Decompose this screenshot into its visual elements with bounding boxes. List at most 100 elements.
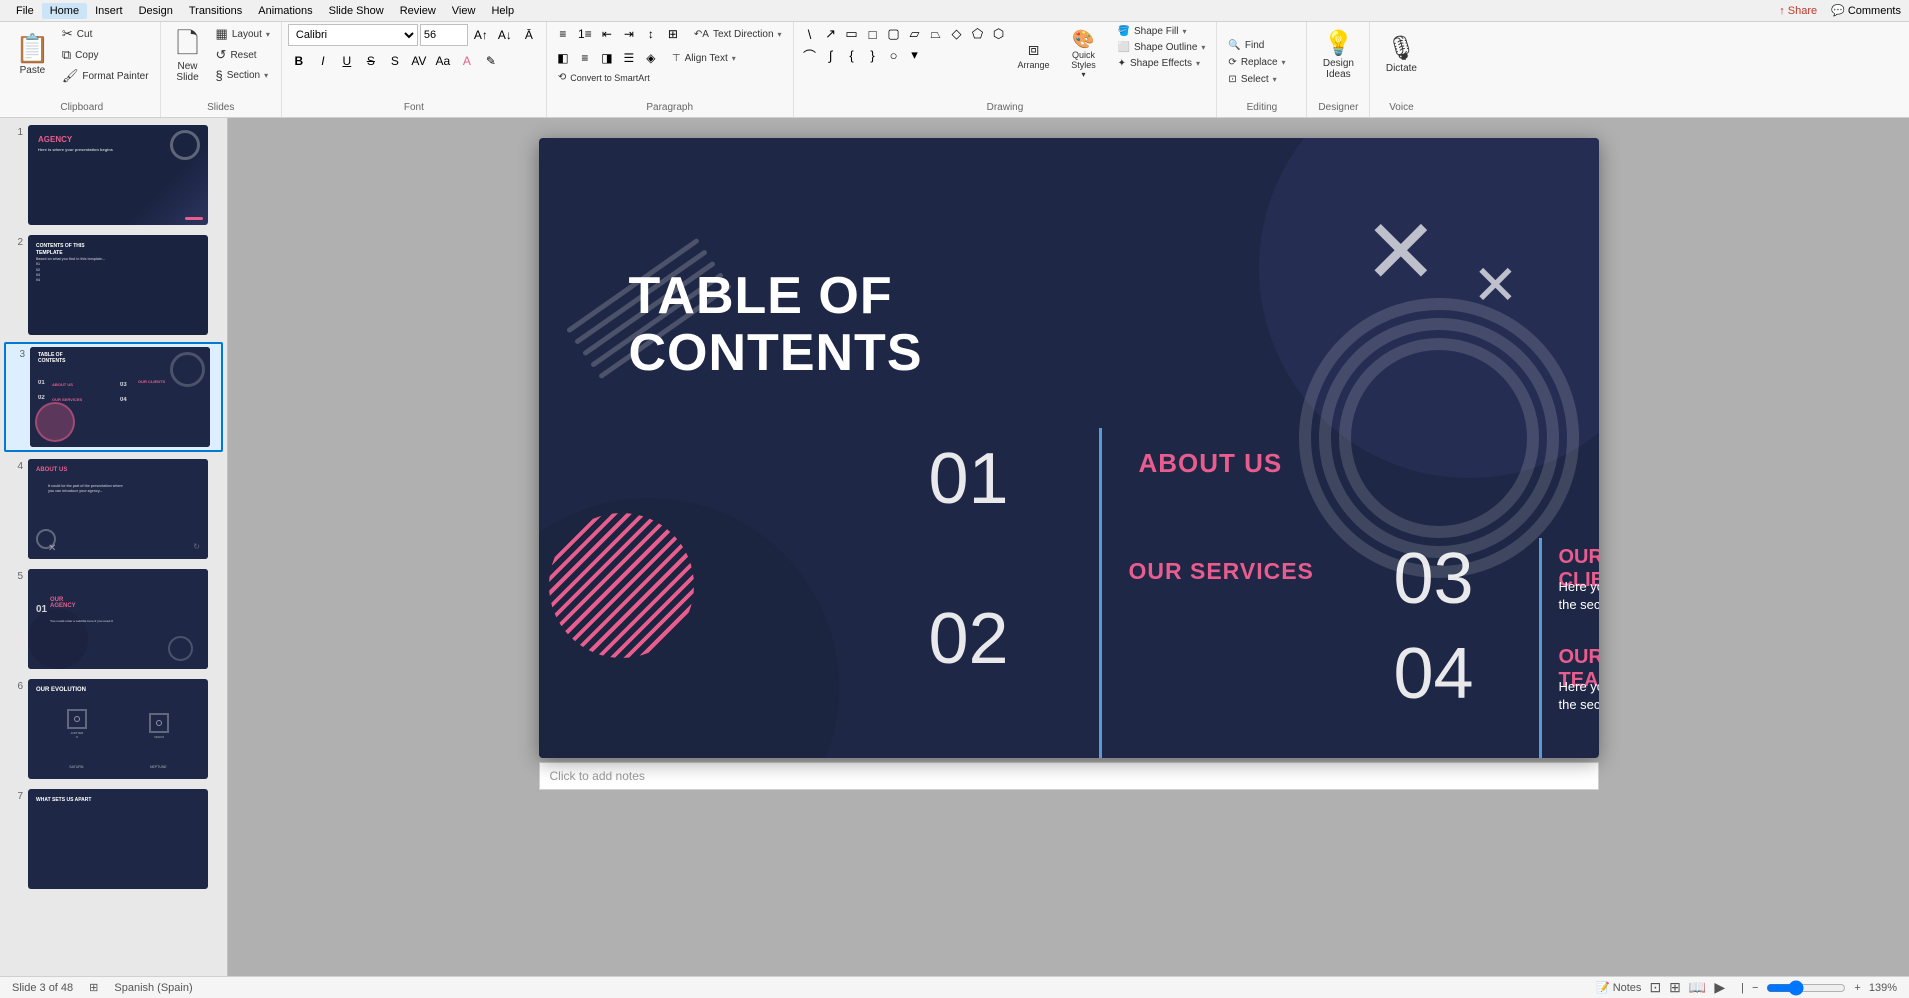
decrease-indent-button[interactable]: ⇤ (597, 24, 617, 44)
shape-outline-button[interactable]: ⬜ Shape Outline ▾ (1113, 40, 1211, 55)
slide-thumb-6[interactable]: 6 OUR EVOLUTION JUPITER ★ (4, 676, 223, 782)
arrange-button[interactable]: ⧈ Arrange (1013, 24, 1055, 84)
menu-design[interactable]: Design (131, 3, 181, 19)
slide-thumb-5[interactable]: 5 01 OURAGENCY You could enter a subtitl… (4, 566, 223, 672)
shape-parallelogram[interactable]: ▱ (905, 24, 925, 44)
reset-button[interactable]: ↺ Reset (211, 45, 275, 65)
shape-circle[interactable]: ○ (884, 45, 904, 65)
shape-brace2[interactable]: } (863, 45, 883, 65)
slide-thumb-2[interactable]: 2 CONTENTS OF THISTEMPLATE Based on what… (4, 232, 223, 338)
design-ideas-button[interactable]: 💡 Design Ideas (1313, 24, 1363, 84)
notes-button[interactable]: 📝 Notes (1596, 981, 1641, 994)
numbering-button[interactable]: 1≡ (575, 24, 595, 44)
slide-thumb-1[interactable]: 1 AGENCY Here is where your presentation… (4, 122, 223, 228)
bold-button[interactable]: B (288, 50, 310, 72)
main-slide[interactable]: ✕ ✕ TABLE OF CONTENTS 01 ABOUT US 02 OUR… (539, 138, 1599, 758)
shape-arrow[interactable]: ↗ (821, 24, 841, 44)
strikethrough-button[interactable]: S (360, 50, 382, 72)
menu-view[interactable]: View (444, 3, 484, 19)
item-01-label[interactable]: ABOUT US (1139, 448, 1283, 479)
shape-line[interactable]: \ (800, 24, 820, 44)
italic-button[interactable]: I (312, 50, 334, 72)
new-slide-button[interactable]: 🗋 New Slide (167, 24, 209, 86)
shape-rect[interactable]: ▭ (842, 24, 862, 44)
comments-icon: 💬 (1831, 4, 1845, 17)
item-04-desc[interactable]: Here you could describe the topic of the… (1559, 678, 1599, 714)
justify-button[interactable]: ☰ (619, 48, 639, 68)
shape-curve2[interactable]: ∫ (821, 45, 841, 65)
align-left-button[interactable]: ◧ (553, 48, 573, 68)
copy-button[interactable]: ⧉ Copy (57, 45, 154, 65)
format-painter-button[interactable]: 🖌 Format Painter (57, 66, 154, 86)
shape-round-rect[interactable]: ▢ (884, 24, 904, 44)
highlight-button[interactable]: ✎ (480, 50, 502, 72)
select-button[interactable]: ⊡ Select ▾ (1223, 72, 1281, 87)
font-decrease-button[interactable]: A↓ (494, 24, 516, 46)
slide-title[interactable]: TABLE OF CONTENTS (629, 268, 923, 382)
menu-help[interactable]: Help (483, 3, 522, 19)
shape-rect2[interactable]: □ (863, 24, 883, 44)
menu-insert[interactable]: Insert (87, 3, 131, 19)
slides-label: Slides (167, 102, 275, 115)
text-direction-button[interactable]: ↶A Text Direction ▾ (689, 27, 787, 42)
shape-brace[interactable]: { (842, 45, 862, 65)
section-button[interactable]: § Section ▾ (211, 66, 275, 85)
shape-trapezoid[interactable]: ⏢ (926, 24, 946, 44)
notes-icon: 📝 (1596, 981, 1610, 994)
replace-icon: ⟳ (1228, 57, 1236, 68)
shadow-button[interactable]: S (384, 50, 406, 72)
align-center-button[interactable]: ≡ (575, 48, 595, 68)
menu-review[interactable]: Review (392, 3, 444, 19)
shape-fill-button[interactable]: 🪣 Shape Fill ▾ (1113, 24, 1211, 39)
share-button[interactable]: ↑ Share (1779, 5, 1817, 17)
menu-transitions[interactable]: Transitions (181, 3, 250, 19)
zoom-out-button[interactable]: − (1752, 982, 1758, 994)
font-size-input[interactable] (420, 24, 468, 46)
underline-button[interactable]: U (336, 50, 358, 72)
font-increase-button[interactable]: A↑ (470, 24, 492, 46)
item-03-desc[interactable]: Here you could describe the topic of the… (1559, 578, 1599, 614)
font-color-button[interactable]: A (456, 50, 478, 72)
item-02-label[interactable]: OUR SERVICES (1129, 558, 1314, 585)
normal-view-button[interactable]: ⊡ (1649, 979, 1661, 996)
shape-effects-button[interactable]: ✦ Shape Effects ▾ (1113, 56, 1211, 71)
reading-view-button[interactable]: 📖 (1689, 979, 1706, 996)
shape-more[interactable]: ▾ (905, 45, 925, 65)
shape-curve[interactable]: ⌒ (800, 45, 820, 65)
shape-pentagon[interactable]: ⬠ (968, 24, 988, 44)
spacing-button[interactable]: AV (408, 50, 430, 72)
cut-button[interactable]: ✂ Cut (57, 24, 154, 44)
notes-area[interactable]: Click to add notes (539, 762, 1599, 790)
slide-thumb-4[interactable]: 4 ABOUT US It could be the part of the p… (4, 456, 223, 562)
comments-button[interactable]: 💬 Comments (1831, 4, 1901, 17)
convert-smartart-button[interactable]: ⟲ Convert to SmartArt (553, 70, 655, 85)
columns-button[interactable]: ⊞ (663, 24, 683, 44)
slide-thumb-3[interactable]: 3 TABLE OFCONTENTS ABOUT US 01 OUR SERVI… (4, 342, 223, 452)
menu-animations[interactable]: Animations (250, 3, 320, 19)
font-name-select[interactable]: Calibri (288, 24, 418, 46)
find-button[interactable]: 🔍 Find (1223, 38, 1269, 53)
dictate-button[interactable]: 🎙 Dictate (1376, 24, 1426, 84)
layout-button[interactable]: ▦ Layout ▾ (211, 24, 275, 44)
menu-home[interactable]: Home (42, 3, 87, 19)
slideshow-button[interactable]: ▶ (1714, 979, 1725, 996)
slide-thumb-7[interactable]: 7 WHAT SETS US APART (4, 786, 223, 892)
change-case-button[interactable]: Aa (432, 50, 454, 72)
paste-button[interactable]: 📋 Paste (10, 24, 55, 84)
menu-file[interactable]: File (8, 3, 42, 19)
clear-format-button[interactable]: Ā (518, 24, 540, 46)
shape-diamond[interactable]: ◇ (947, 24, 967, 44)
replace-button[interactable]: ⟳ Replace ▾ (1223, 55, 1290, 70)
zoom-slider[interactable] (1766, 980, 1846, 996)
slide-sorter-button[interactable]: ⊞ (1669, 979, 1681, 996)
align-text-button[interactable]: ⊤ Align Text ▾ (667, 51, 741, 66)
zoom-in-button[interactable]: + (1854, 982, 1860, 994)
smartart-button[interactable]: ◈ (641, 48, 661, 68)
quick-styles-button[interactable]: 🎨 Quick Styles ▾ (1059, 24, 1109, 84)
bullets-button[interactable]: ≡ (553, 24, 573, 44)
menu-slideshow[interactable]: Slide Show (321, 3, 392, 19)
line-spacing-button[interactable]: ↕ (641, 24, 661, 44)
increase-indent-button[interactable]: ⇥ (619, 24, 639, 44)
shape-hexagon[interactable]: ⬡ (989, 24, 1009, 44)
align-right-button[interactable]: ◨ (597, 48, 617, 68)
